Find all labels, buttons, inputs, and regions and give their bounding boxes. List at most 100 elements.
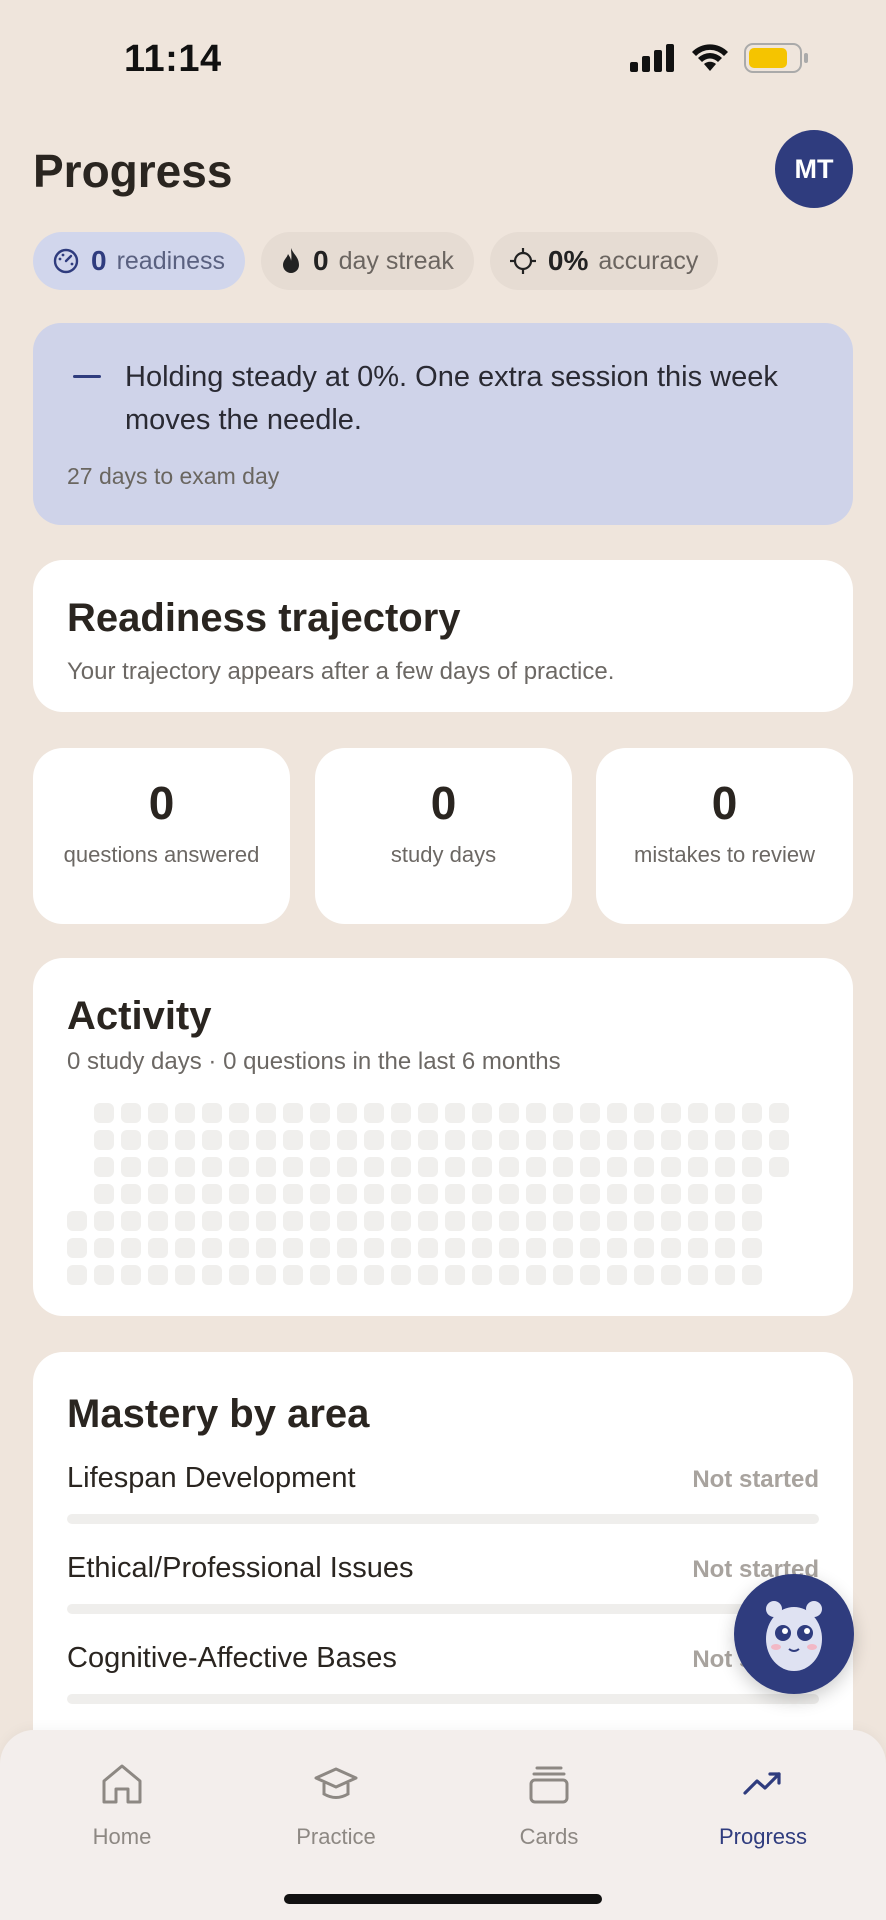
mastery-row[interactable]: Cognitive-Affective Bases Not started: [67, 1642, 819, 1704]
heatmap-cell: [121, 1238, 141, 1258]
heatmap-cell: [418, 1157, 438, 1177]
heatmap-cell: [202, 1157, 222, 1177]
heatmap-cell: [742, 1184, 762, 1204]
heatmap-cell: [67, 1265, 87, 1285]
avatar[interactable]: MT: [775, 130, 853, 208]
mastery-row[interactable]: Ethical/Professional Issues Not started: [67, 1552, 819, 1614]
heatmap-cell: [229, 1130, 249, 1150]
heatmap-cell: [499, 1157, 519, 1177]
heatmap-cell: [634, 1265, 654, 1285]
heatmap-cell: [472, 1157, 492, 1177]
heatmap-cell: [715, 1130, 735, 1150]
heatmap-cell: [445, 1211, 465, 1231]
wifi-icon: [692, 44, 728, 71]
home-indicator: [284, 1894, 602, 1904]
heatmap-cell: [526, 1265, 546, 1285]
crosshair-icon: [509, 248, 536, 274]
heatmap-cell: [580, 1184, 600, 1204]
heatmap-cell: [148, 1130, 168, 1150]
trajectory-subtitle: Your trajectory appears after a few days…: [67, 658, 615, 685]
stat-label: mistakes to review: [634, 842, 815, 867]
gauge-icon: [53, 248, 79, 274]
heatmap-cell: [148, 1184, 168, 1204]
heatmap-cell: [445, 1130, 465, 1150]
heatmap-cell: [688, 1265, 708, 1285]
heatmap-cell: [391, 1130, 411, 1150]
battery-icon: [744, 43, 808, 73]
heatmap-cell: [553, 1157, 573, 1177]
status-banner: Holding steady at 0%. One extra session …: [33, 323, 853, 525]
heatmap-cell: [688, 1238, 708, 1258]
heatmap-cell: [526, 1157, 546, 1177]
heatmap-cell: [661, 1103, 681, 1123]
streak-label: day streak: [338, 246, 454, 275]
heatmap-cell: [94, 1157, 114, 1177]
heatmap-cell: [283, 1211, 303, 1231]
heatmap-cell: [391, 1184, 411, 1204]
heatmap-cell: [418, 1211, 438, 1231]
stat-study-days: 0 study days: [315, 748, 572, 924]
heatmap-cell: [418, 1265, 438, 1285]
stat-label: study days: [390, 842, 497, 867]
tab-practice[interactable]: Practice: [256, 1756, 416, 1850]
heatmap-cell: [715, 1103, 735, 1123]
cards-icon: [529, 1766, 569, 1804]
streak-chip[interactable]: 0 day streak: [260, 232, 474, 290]
heatmap-cell: [256, 1211, 276, 1231]
heatmap-cell: [526, 1238, 546, 1258]
heatmap-cell: [472, 1130, 492, 1150]
heatmap-cell: [175, 1265, 195, 1285]
heatmap-cell: [283, 1103, 303, 1123]
heatmap-cell: [661, 1184, 681, 1204]
heatmap-cell: [175, 1103, 195, 1123]
stat-value: 0: [430, 777, 457, 829]
heatmap-cell: [337, 1130, 357, 1150]
heatmap-cell: [742, 1211, 762, 1231]
heatmap-cell: [634, 1130, 654, 1150]
readiness-chip[interactable]: 0 readiness: [33, 232, 245, 290]
heatmap-cell: [688, 1157, 708, 1177]
heatmap-cell: [661, 1238, 681, 1258]
mascot-icon: [766, 1601, 822, 1671]
tab-label: Practice: [296, 1824, 376, 1849]
heatmap-cell: [580, 1157, 600, 1177]
accuracy-chip[interactable]: 0% accuracy: [489, 232, 719, 290]
assistant-mascot-button[interactable]: [734, 1574, 854, 1694]
heatmap-cell: [580, 1265, 600, 1285]
heatmap-cell: [283, 1130, 303, 1150]
heatmap-cell: [391, 1157, 411, 1177]
stat-value: 0: [711, 777, 738, 829]
heatmap-cell: [148, 1103, 168, 1123]
status-time: 11:14: [124, 38, 222, 80]
tab-progress[interactable]: Progress: [683, 1756, 843, 1850]
heatmap-cell: [715, 1184, 735, 1204]
dash-icon: [73, 375, 101, 378]
heatmap-cell: [445, 1238, 465, 1258]
heatmap-cell: [553, 1130, 573, 1150]
mastery-row[interactable]: Lifespan Development Not started: [67, 1462, 819, 1524]
heatmap-cell: [202, 1103, 222, 1123]
activity-heatmap: [67, 1103, 789, 1285]
page-title: Progress: [33, 145, 233, 197]
heatmap-cell: [499, 1130, 519, 1150]
tab-cards[interactable]: Cards: [469, 1756, 629, 1850]
heatmap-cell: [607, 1184, 627, 1204]
heatmap-cell: [526, 1211, 546, 1231]
heatmap-cell: [499, 1265, 519, 1285]
accuracy-label: accuracy: [598, 246, 699, 275]
trajectory-title: Readiness trajectory: [67, 596, 461, 640]
heatmap-cell: [472, 1103, 492, 1123]
signal-icon: [630, 44, 674, 72]
heatmap-cell: [553, 1211, 573, 1231]
heatmap-cell: [364, 1184, 384, 1204]
readiness-value: 0: [91, 245, 107, 276]
heatmap-cell: [229, 1184, 249, 1204]
heatmap-cell: [256, 1103, 276, 1123]
heatmap-cell: [580, 1211, 600, 1231]
tab-home[interactable]: Home: [42, 1756, 202, 1850]
heatmap-cell: [175, 1211, 195, 1231]
heatmap-cell: [67, 1238, 87, 1258]
heatmap-cell: [391, 1265, 411, 1285]
heatmap-cell: [715, 1238, 735, 1258]
exam-countdown: 27 days to exam day: [67, 463, 280, 489]
